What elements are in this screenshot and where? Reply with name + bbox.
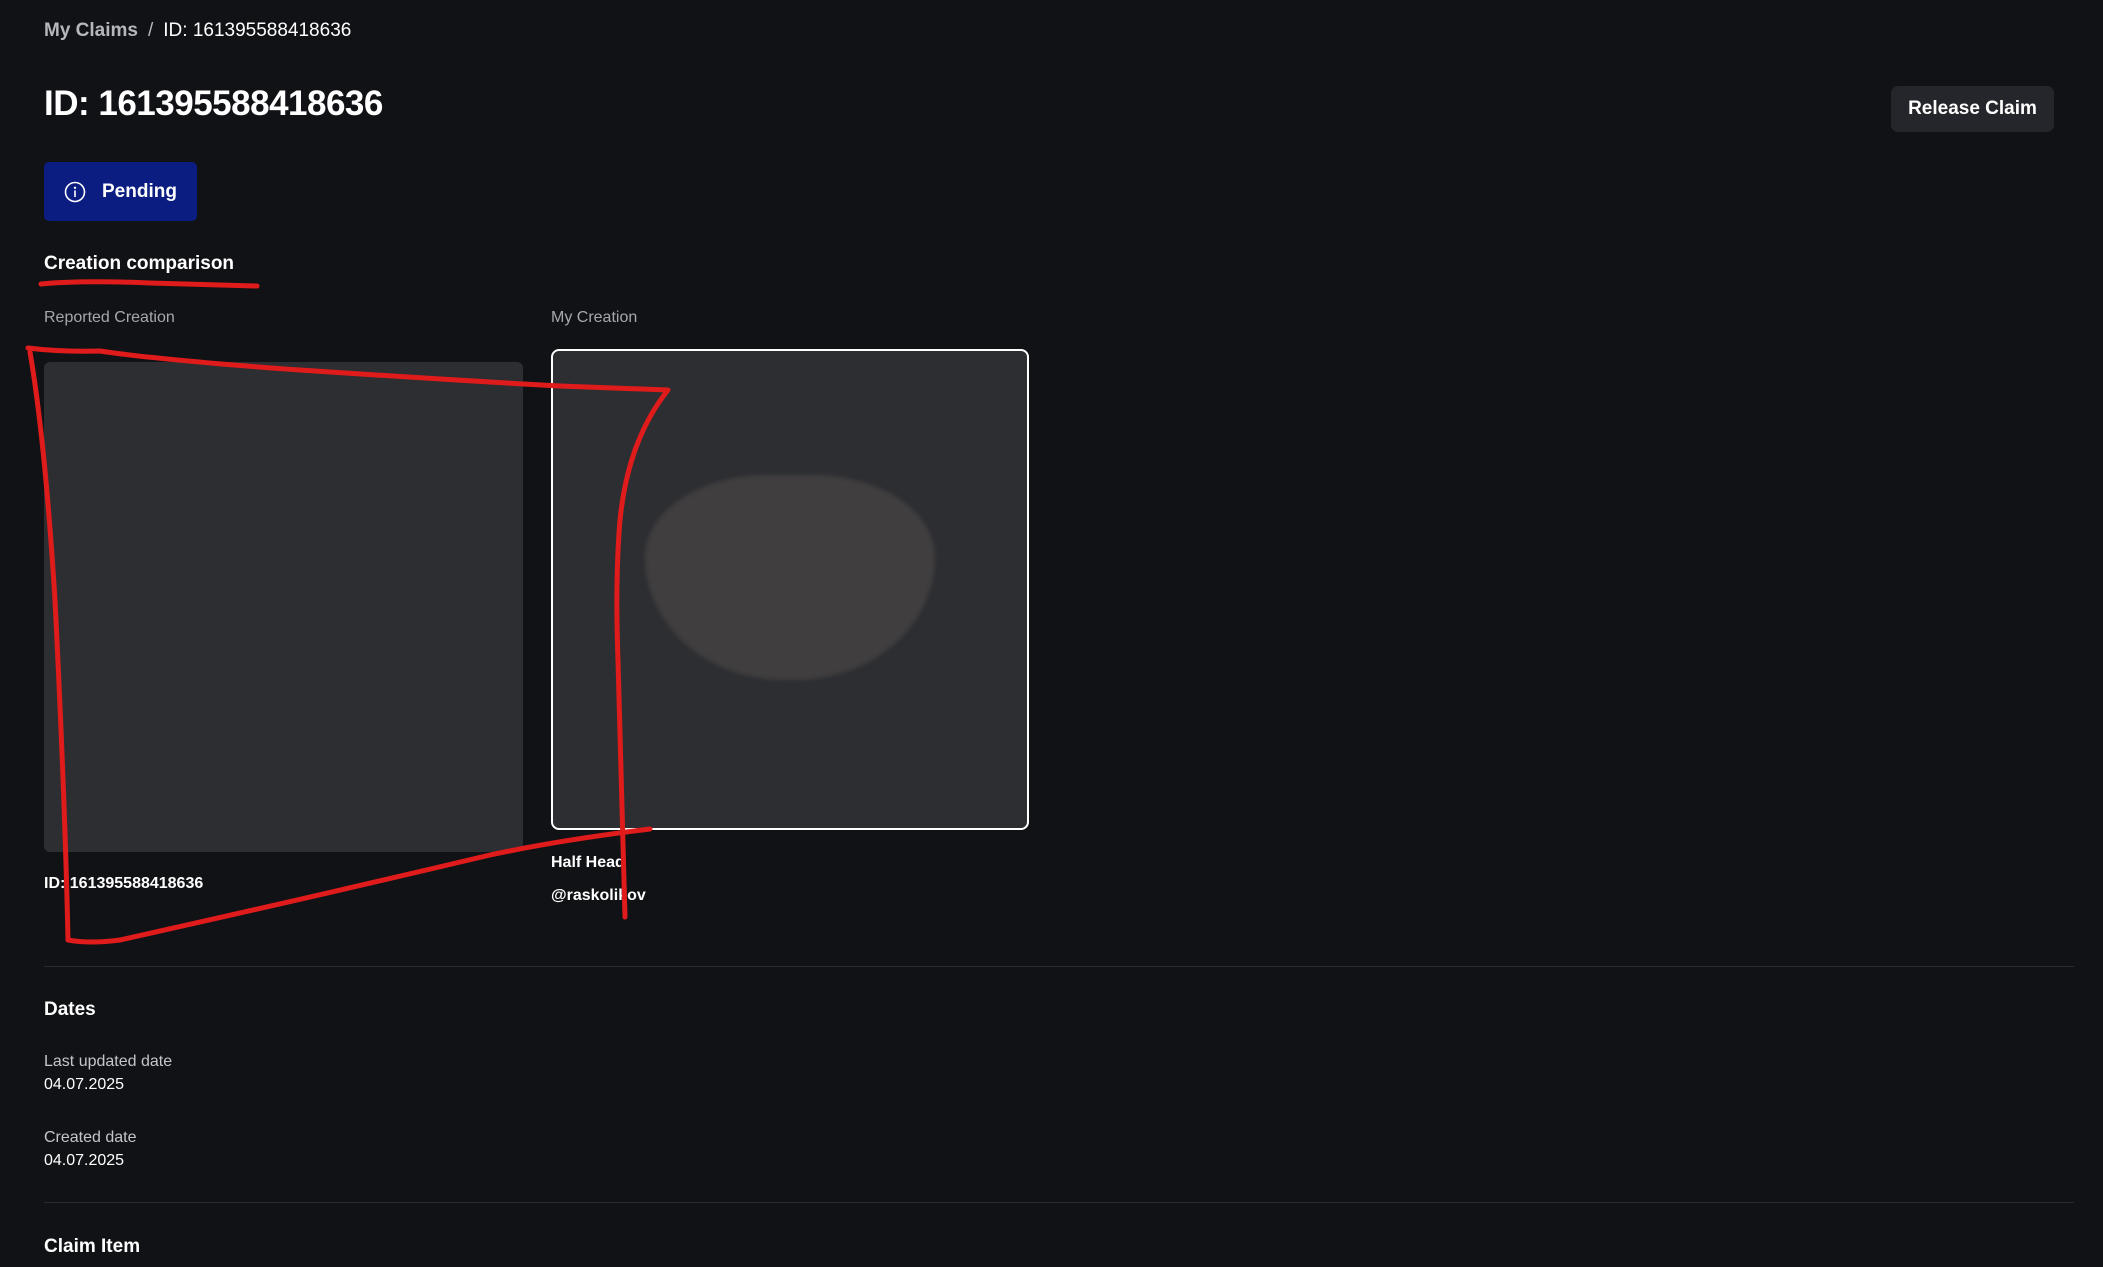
- claim-item-heading: Claim Item: [44, 1236, 141, 1257]
- breadcrumb: My Claims / ID: 161395588418636: [44, 20, 351, 42]
- my-creation-label: My Creation: [551, 309, 638, 326]
- divider: [44, 1202, 2074, 1203]
- breadcrumb-current: ID: 161395588418636: [163, 20, 352, 41]
- created-date-label: Created date: [44, 1129, 137, 1146]
- breadcrumb-my-claims-link[interactable]: My Claims: [44, 20, 138, 42]
- creation-preview-shape: [645, 475, 935, 680]
- last-updated-value: 04.07.2025: [44, 1076, 125, 1093]
- page-title: ID: 161395588418636: [44, 84, 383, 123]
- info-circle-icon: [64, 181, 86, 202]
- reported-creation-id: ID: 161395588418636: [44, 875, 204, 892]
- status-label: Pending: [102, 180, 177, 202]
- last-updated-label: Last updated date: [44, 1053, 173, 1070]
- release-claim-button[interactable]: Release Claim: [1891, 86, 2054, 132]
- my-creation-name[interactable]: Half Head: [551, 854, 625, 872]
- dates-heading: Dates: [44, 999, 96, 1020]
- reported-creation-thumbnail[interactable]: [44, 362, 523, 852]
- my-creation-creator[interactable]: @raskolikov: [551, 887, 646, 905]
- created-date-value: 04.07.2025: [44, 1152, 125, 1169]
- status-badge: Pending: [44, 162, 197, 221]
- creation-comparison-heading: Creation comparison: [44, 253, 235, 274]
- annotation-underline: [38, 279, 260, 289]
- reported-creation-label: Reported Creation: [44, 309, 175, 326]
- breadcrumb-separator: /: [147, 20, 154, 41]
- claim-detail-page: My Claims / ID: 161395588418636 ID: 1613…: [0, 0, 2103, 1267]
- my-creation-thumbnail[interactable]: [551, 349, 1029, 830]
- divider: [44, 966, 2074, 967]
